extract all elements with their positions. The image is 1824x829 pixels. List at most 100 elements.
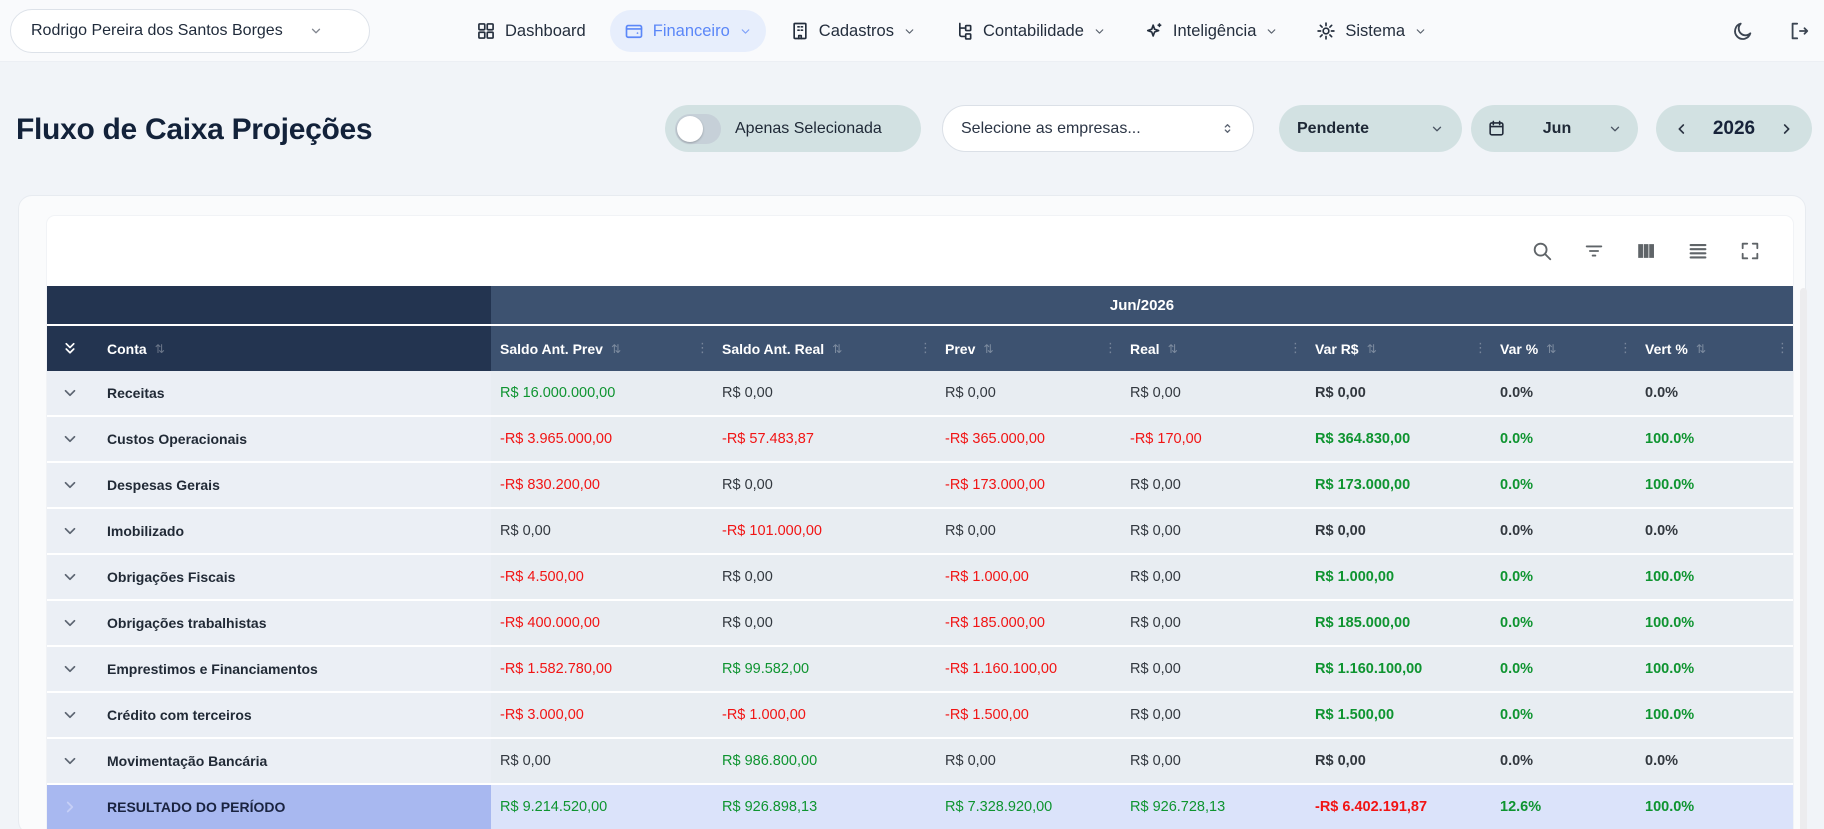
column-menu-icon[interactable]: ⋮ <box>1619 341 1632 356</box>
account-cell: Imobilizado <box>47 509 491 553</box>
header-cell-vert-pct[interactable]: Vert % ⇅ ⋮ <box>1636 326 1793 371</box>
expand-row-button[interactable] <box>61 522 79 540</box>
cell-saldo-ant-real: R$ 0,00 <box>722 615 773 631</box>
topbar-actions <box>1732 0 1810 62</box>
vertical-scrollbar[interactable] <box>1800 288 1807 829</box>
chevron-down-icon <box>1432 126 1442 131</box>
nav-item-cadastros[interactable]: Cadastros <box>776 10 930 52</box>
account-name: Obrigações Fiscais <box>107 569 236 585</box>
header-label: Conta <box>107 340 147 357</box>
account-name: Movimentação Bancária <box>107 753 268 769</box>
expand-row-button[interactable] <box>61 798 79 816</box>
expand-row-button[interactable] <box>61 384 79 402</box>
cell-var-: 0.0% <box>1500 385 1534 401</box>
cell-var-: 0.0% <box>1500 431 1534 447</box>
columns-button[interactable] <box>1635 240 1657 262</box>
status-select[interactable]: Pendente <box>1279 105 1462 152</box>
user-selector-label: Rodrigo Pereira dos Santos Borges <box>31 22 283 39</box>
chevron-down-icon <box>64 665 76 673</box>
main-nav: Dashboard Financeiro Cadastros Contabili… <box>462 0 1441 62</box>
cell-real: R$ 0,00 <box>1130 569 1181 585</box>
table-body: Receitas R$ 16.000.000,00 R$ 0,00 R$ 0,00 R… <box>47 371 1793 829</box>
cell-saldo-ant-real: R$ 926.898,13 <box>722 799 818 815</box>
chevron-down-icon <box>741 28 750 34</box>
header-cell-prev[interactable]: Prev ⇅ ⋮ <box>936 326 1121 371</box>
chevron-down-icon <box>905 28 914 34</box>
chevron-down-icon <box>64 435 76 443</box>
chevron-down-icon <box>311 28 320 34</box>
nav-item-financeiro[interactable]: Financeiro <box>609 10 766 52</box>
expand-all-button[interactable] <box>61 340 79 358</box>
header-cell-var-pct[interactable]: Var % ⇅ ⋮ <box>1491 326 1636 371</box>
cell-prev: -R$ 185.000,00 <box>945 615 1045 631</box>
expand-row-button[interactable] <box>61 430 79 448</box>
wallet-icon <box>625 24 643 39</box>
sort-icon: ⇅ <box>983 341 994 356</box>
header-cell-saldo-ant-real[interactable]: Saldo Ant. Real ⇅ ⋮ <box>713 326 936 371</box>
chevron-left-icon <box>1678 123 1685 134</box>
dark-mode-toggle[interactable] <box>1732 20 1754 42</box>
cell-prev: R$ 7.328.920,00 <box>945 799 1053 815</box>
cell-var-: 0.0% <box>1500 523 1534 539</box>
cell-vert-: 100.0% <box>1645 477 1695 493</box>
cell-saldo-ant-real: -R$ 101.000,00 <box>722 523 822 539</box>
month-select[interactable]: Jun <box>1471 105 1638 152</box>
column-menu-icon[interactable]: ⋮ <box>919 341 932 356</box>
nav-item-sistema[interactable]: Sistema <box>1302 10 1441 52</box>
table-row: Receitas R$ 16.000.000,00 R$ 0,00 R$ 0,00 R… <box>47 371 1793 417</box>
density-button[interactable] <box>1687 240 1709 262</box>
nav-label: Sistema <box>1345 21 1405 40</box>
value-cells: R$ 0,00 R$ 986.800,00 R$ 0,00 R$ 0,00 R$ 0,0… <box>491 739 1793 783</box>
nav-item-contabilidade[interactable]: Contabilidade <box>940 10 1120 52</box>
columns-icon <box>1638 244 1654 258</box>
expand-row-button[interactable] <box>61 660 79 678</box>
column-menu-icon[interactable]: ⋮ <box>1289 341 1302 356</box>
column-menu-icon[interactable]: ⋮ <box>1474 341 1487 356</box>
column-menu-icon[interactable]: ⋮ <box>696 341 709 356</box>
search-button[interactable] <box>1531 240 1553 262</box>
account-name: Obrigações trabalhistas <box>107 615 267 631</box>
header-cell-real[interactable]: Real ⇅ ⋮ <box>1121 326 1306 371</box>
value-cells: R$ 0,00 -R$ 101.000,00 R$ 0,00 R$ 0,00 R$ 0,… <box>491 509 1793 553</box>
column-menu-icon[interactable]: ⋮ <box>1776 341 1789 356</box>
status-value: Pendente <box>1297 119 1370 137</box>
nav-item-dashboard[interactable]: Dashboard <box>462 10 600 52</box>
cell-var-r-: R$ 0,00 <box>1315 523 1366 539</box>
user-selector[interactable]: Rodrigo Pereira dos Santos Borges <box>10 9 370 53</box>
fullscreen-icon <box>1741 242 1759 260</box>
value-cells: -R$ 400.000,00 R$ 0,00 -R$ 185.000,00 R$ 0,… <box>491 601 1793 645</box>
chevron-down-icon <box>64 573 76 581</box>
account-name: Emprestimos e Financiamentos <box>107 661 318 677</box>
expand-row-button[interactable] <box>61 476 79 494</box>
expand-row-button[interactable] <box>61 568 79 586</box>
cell-prev: -R$ 365.000,00 <box>945 431 1045 447</box>
cell-saldo-ant-real: -R$ 57.483,87 <box>722 431 814 447</box>
account-cell: Custos Operacionais <box>47 417 491 461</box>
next-year-button[interactable] <box>1774 117 1798 141</box>
search-icon <box>1533 242 1552 261</box>
table-row-summary: RESULTADO DO PERÍODO R$ 9.214.520,00 R$ 9… <box>47 785 1793 829</box>
header-cell-conta[interactable]: Conta ⇅ <box>47 326 491 371</box>
cell-var-r-: R$ 0,00 <box>1315 385 1366 401</box>
cell-saldo-ant-prev: R$ 0,00 <box>500 523 551 539</box>
header-cell-saldo-ant-prev[interactable]: Saldo Ant. Prev ⇅ ⋮ <box>491 326 713 371</box>
fullscreen-button[interactable] <box>1739 240 1761 262</box>
logout-button[interactable] <box>1788 20 1810 42</box>
cell-vert-: 0.0% <box>1645 753 1679 769</box>
companies-select[interactable]: Selecione as empresas... <box>942 105 1254 152</box>
cell-saldo-ant-prev: R$ 16.000.000,00 <box>500 385 616 401</box>
expand-row-button[interactable] <box>61 706 79 724</box>
cell-saldo-ant-real: R$ 0,00 <box>722 385 773 401</box>
dashboard-grid-icon <box>478 23 494 39</box>
expand-row-button[interactable] <box>61 752 79 770</box>
column-menu-icon[interactable]: ⋮ <box>1104 341 1117 356</box>
only-selected-switch[interactable] <box>675 113 721 144</box>
account-cell: Movimentação Bancária <box>47 739 491 783</box>
filter-button[interactable] <box>1583 240 1605 262</box>
nav-item-inteligencia[interactable]: Inteligência <box>1130 10 1292 52</box>
previous-year-button[interactable] <box>1670 117 1694 141</box>
expand-row-button[interactable] <box>61 614 79 632</box>
header-cell-var-rs[interactable]: Var R$ ⇅ ⋮ <box>1306 326 1491 371</box>
period-header: Jun/2026 <box>491 286 1793 324</box>
moon-icon <box>1734 22 1752 40</box>
